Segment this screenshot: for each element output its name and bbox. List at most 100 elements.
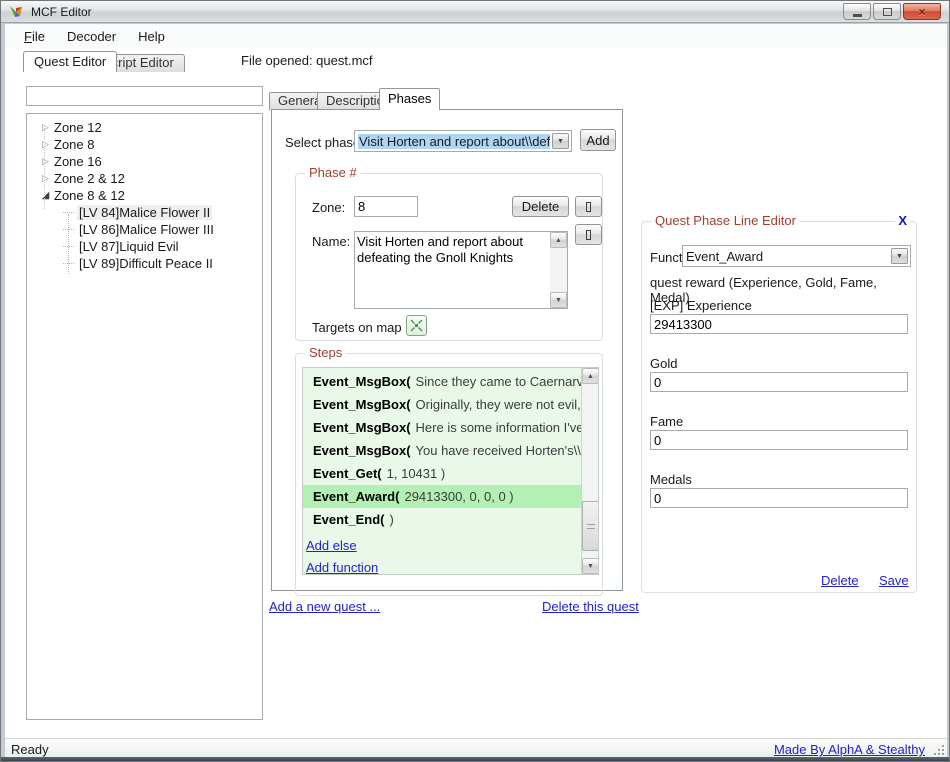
move-down-button[interactable] xyxy=(575,224,602,245)
scroll-down-icon[interactable]: ▼ xyxy=(582,558,599,574)
quest-phase-line-editor: Quest Phase Line Editor X Function: Even… xyxy=(641,221,917,593)
step-row-selected[interactable]: Event_Award(29413300, 0, 0, 0 ) xyxy=(303,485,598,508)
tree-item-zone[interactable]: ▷Zone 12 xyxy=(27,119,262,136)
main-tab-strip: Quest Editor Script Editor File opened: … xyxy=(5,48,947,72)
scroll-up-icon[interactable]: ▲ xyxy=(550,232,567,248)
step-row[interactable]: Event_Get(1, 10431 ) xyxy=(303,462,598,485)
menu-decoder[interactable]: Decoder xyxy=(60,26,123,47)
experience-input[interactable] xyxy=(650,314,908,334)
medals-input[interactable] xyxy=(650,488,908,508)
phases-tab-page: Select phase: Visit Horten and report ab… xyxy=(271,109,623,591)
steps-groupbox: Steps Event_MsgBox(Since they came to Ca… xyxy=(295,353,603,596)
status-text: Ready xyxy=(11,742,49,757)
tree-item-zone[interactable]: ◢Zone 8 & 12 xyxy=(27,187,262,204)
step-row[interactable]: Event_MsgBox(Here is some information I'… xyxy=(303,416,598,439)
tree-item-quest[interactable]: [LV 86]Malice Flower III xyxy=(27,221,262,238)
tree-collapsed-icon[interactable]: ▷ xyxy=(39,139,52,150)
move-up-button[interactable] xyxy=(575,196,602,217)
tab-phases[interactable]: Phases xyxy=(379,88,440,110)
delete-this-quest-link[interactable]: Delete this quest xyxy=(542,599,639,614)
tree-item-zone[interactable]: ▷Zone 8 xyxy=(27,136,262,153)
targets-map-icon xyxy=(410,319,423,332)
phase-select-value: Visit Horten and report about\\defeating xyxy=(358,134,550,149)
select-phase-label: Select phase: xyxy=(285,135,364,150)
phase-group-title: Phase # xyxy=(305,165,361,180)
step-row[interactable]: Event_MsgBox(Since they came to Caernarv… xyxy=(303,370,598,393)
fame-input[interactable] xyxy=(650,430,908,450)
tree-branch xyxy=(63,212,74,213)
phase-select-combobox[interactable]: Visit Horten and report about\\defeating… xyxy=(354,130,572,152)
add-else-link[interactable]: Add else xyxy=(306,538,357,553)
function-value: Event_Award xyxy=(686,249,763,264)
name-scrollbar[interactable]: ▲ ▼ xyxy=(550,232,567,308)
zone-input[interactable] xyxy=(354,196,418,217)
line-editor-title: Quest Phase Line Editor xyxy=(651,213,800,228)
targets-on-map-label: Targets on map (1) xyxy=(312,320,421,335)
name-label: Name: xyxy=(312,234,350,249)
tab-quest-editor[interactable]: Quest Editor xyxy=(23,51,117,72)
credits-link[interactable]: Made By AlphA & Stealthy xyxy=(774,742,925,757)
steps-group-title: Steps xyxy=(305,345,346,360)
scrollbar-thumb[interactable] xyxy=(582,501,599,551)
phase-name-textarea[interactable]: Visit Horten and report about defeating … xyxy=(357,234,549,306)
close-editor-icon[interactable]: X xyxy=(895,213,910,228)
quest-editor-page: ▷Zone 12 ▷Zone 8 ▷Zone 16 ▷Zone 2 & 12 ◢… xyxy=(5,72,947,738)
delete-phase-button[interactable]: Delete xyxy=(512,196,569,217)
chevron-down-icon[interactable]: ▼ xyxy=(552,133,569,149)
medals-label: Medals xyxy=(650,472,692,487)
line-save-link[interactable]: Save xyxy=(879,573,909,588)
close-icon: × xyxy=(918,6,925,18)
tree-item-zone[interactable]: ▷Zone 2 & 12 xyxy=(27,170,262,187)
phase-groupbox: Phase # Zone: Delete Name: Visit Horten … xyxy=(295,173,603,341)
step-row[interactable]: Event_MsgBox(You have received Horten's\… xyxy=(303,439,598,462)
tree-item-quest[interactable]: [LV 87]Liquid Evil xyxy=(27,238,262,255)
move-up-icon xyxy=(586,202,591,212)
add-phase-button[interactable]: Add xyxy=(580,129,616,151)
tree-collapsed-icon[interactable]: ▷ xyxy=(39,122,52,133)
scroll-down-icon[interactable]: ▼ xyxy=(550,292,567,308)
tree-item-zone[interactable]: ▷Zone 16 xyxy=(27,153,262,170)
menu-bar: File Decoder Help xyxy=(5,24,947,48)
tree-expanded-icon[interactable]: ◢ xyxy=(39,190,52,201)
thumb-grip-icon xyxy=(587,524,595,529)
maximize-icon xyxy=(883,8,892,16)
function-combobox[interactable]: Event_Award ▼ xyxy=(682,245,911,267)
title-bar: MCF Editor × xyxy=(1,1,949,23)
gold-input[interactable] xyxy=(650,372,908,392)
step-row[interactable]: Event_MsgBox(Originally, they were not e… xyxy=(303,393,598,416)
experience-label: [EXP] Experience xyxy=(650,298,752,313)
resize-grip-icon[interactable] xyxy=(934,745,944,755)
zone-label: Zone: xyxy=(312,200,345,215)
search-input[interactable] xyxy=(26,86,263,106)
show-targets-button[interactable] xyxy=(406,315,427,336)
app-logo-icon xyxy=(8,4,24,20)
tree-connector xyxy=(44,128,45,209)
scroll-up-icon[interactable]: ▲ xyxy=(582,368,599,384)
steps-scrollbar[interactable]: ▲ ▼ xyxy=(581,368,598,574)
menu-help[interactable]: Help xyxy=(131,26,172,47)
maximize-button[interactable] xyxy=(873,3,901,20)
window-title: MCF Editor xyxy=(31,5,92,19)
tree-item-quest[interactable]: [LV 84]Malice Flower II xyxy=(27,204,262,221)
phase-name-field: Visit Horten and report about defeating … xyxy=(354,231,568,309)
close-button[interactable]: × xyxy=(903,3,941,20)
minimize-icon xyxy=(853,14,862,17)
tree-connector xyxy=(68,214,69,274)
steps-list[interactable]: Event_MsgBox(Since they came to Caernarv… xyxy=(302,367,599,575)
menu-file[interactable]: File xyxy=(17,26,52,47)
add-function-link[interactable]: Add function xyxy=(306,560,378,575)
add-new-quest-link[interactable]: Add a new quest ... xyxy=(269,599,380,614)
tree-item-quest[interactable]: [LV 89]Difficult Peace II xyxy=(27,255,262,272)
status-bar: Ready Made By AlphA & Stealthy xyxy=(5,738,947,759)
line-delete-link[interactable]: Delete xyxy=(821,573,859,588)
chevron-down-icon[interactable]: ▼ xyxy=(891,248,908,264)
zone-tree[interactable]: ▷Zone 12 ▷Zone 8 ▷Zone 16 ▷Zone 2 & 12 ◢… xyxy=(26,113,263,720)
tree-collapsed-icon[interactable]: ▷ xyxy=(39,156,52,167)
gold-label: Gold xyxy=(650,356,677,371)
minimize-button[interactable] xyxy=(843,3,871,20)
step-row[interactable]: Event_End() xyxy=(303,508,598,531)
move-down-icon xyxy=(586,230,591,240)
fame-label: Fame xyxy=(650,414,683,429)
tree-collapsed-icon[interactable]: ▷ xyxy=(39,173,52,184)
mcf-editor-window: MCF Editor × File Decoder Help Quest Edi… xyxy=(0,0,950,762)
